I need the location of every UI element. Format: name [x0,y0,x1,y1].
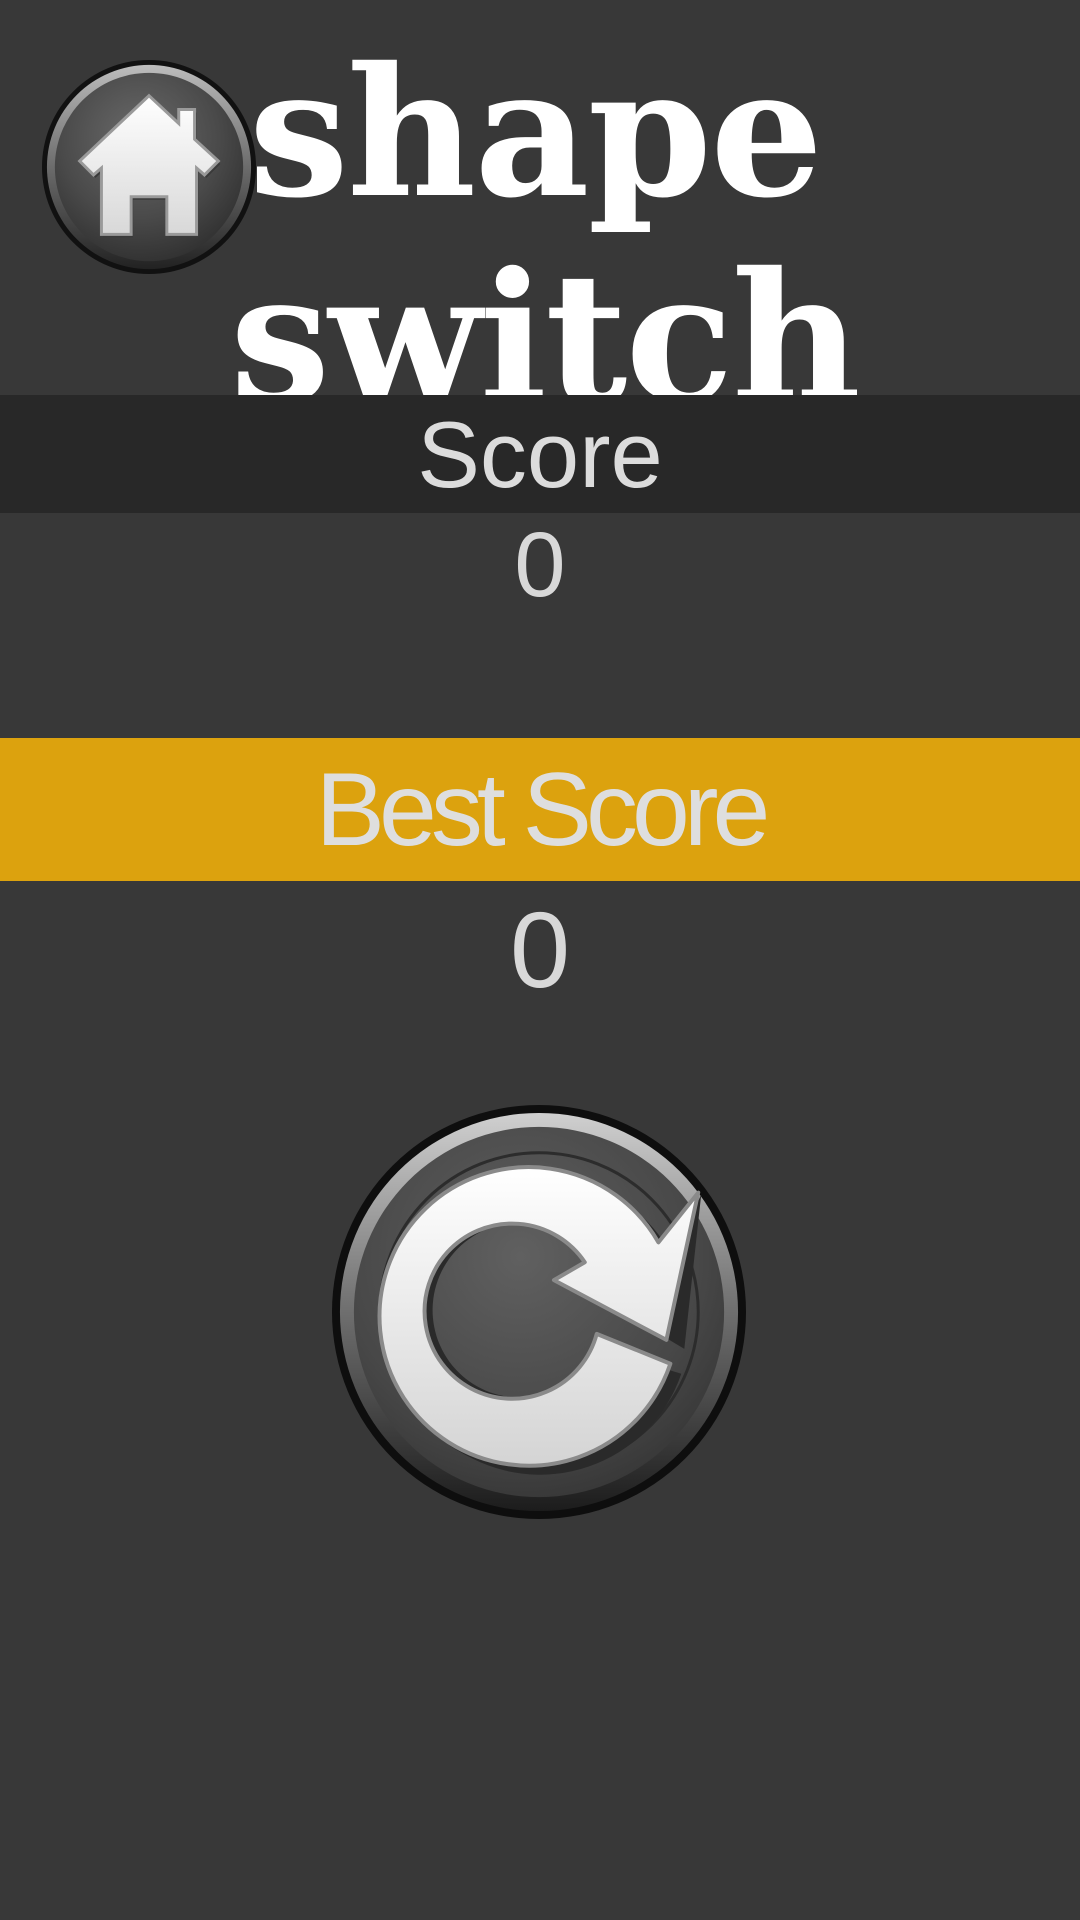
replay-icon [331,1104,747,1520]
game-over-screen: shape switch Score 0 Best Score 0 [0,0,1080,1920]
score-label: Score [417,402,663,507]
game-title-line1: shape [248,28,824,237]
best-score-value: 0 [509,889,571,1010]
home-button[interactable] [40,58,258,276]
best-score-label: Best Score [315,752,771,868]
home-icon [41,59,257,275]
game-title: shape switch [230,28,861,440]
score-value: 0 [514,514,566,616]
replay-button[interactable] [330,1103,748,1521]
